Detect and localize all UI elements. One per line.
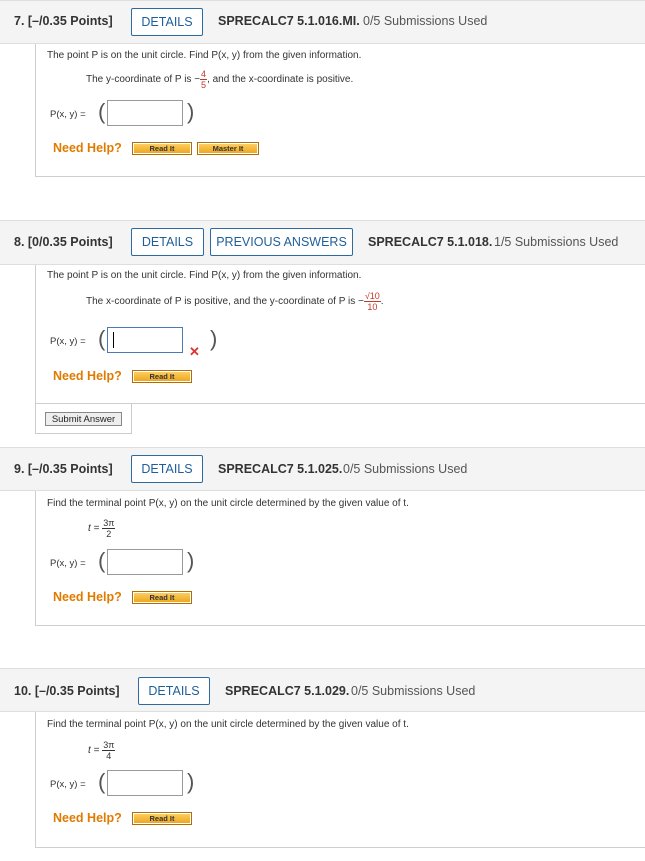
need-help-label: Need Help? (53, 141, 122, 155)
submissions-used: 0/5 Submissions Used (343, 462, 468, 476)
question-intro: The point P is on the unit circle. Find … (47, 50, 362, 61)
read-it-button[interactable]: Read It (132, 591, 192, 604)
question-intro: The point P is on the unit circle. Find … (47, 270, 362, 281)
question-number: 8. [0/0.35 Points] (14, 235, 113, 249)
question-7-header: 7. [–/0.35 Points] DETAILS SPRECALC7 5.1… (0, 0, 645, 44)
submit-area: Submit Answer (35, 404, 132, 434)
read-it-button[interactable]: Read It (132, 142, 192, 155)
need-help-label: Need Help? (53, 811, 122, 825)
close-paren: ) (187, 99, 195, 124)
answer-input[interactable] (107, 327, 183, 353)
answer-input[interactable] (107, 770, 183, 796)
previous-answers-button[interactable]: PREVIOUS ANSWERS (210, 228, 353, 256)
t-value: t = 3π 4 (88, 740, 116, 761)
question-intro: Find the terminal point P(x, y) on the u… (47, 719, 409, 730)
question-intro: Find the terminal point P(x, y) on the u… (47, 498, 409, 509)
answer-label: P(x, y) = (50, 109, 86, 120)
open-paren: ( (98, 326, 106, 351)
close-paren: ) (187, 769, 195, 794)
fraction: 3π 2 (102, 518, 116, 539)
t-value: t = 3π 2 (88, 518, 116, 539)
open-paren: ( (98, 99, 106, 124)
submit-answer-button[interactable]: Submit Answer (45, 412, 122, 426)
master-it-button[interactable]: Master It (197, 142, 259, 155)
open-paren: ( (98, 769, 106, 794)
need-help-label: Need Help? (53, 590, 122, 604)
question-10-header: 10. [–/0.35 Points] DETAILS SPRECALC7 5.… (0, 668, 645, 712)
question-9-body: Find the terminal point P(x, y) on the u… (35, 491, 645, 626)
question-code: SPRECALC7 5.1.025. (218, 462, 343, 476)
need-help-label: Need Help? (53, 369, 122, 383)
question-code: SPRECALC7 5.1.029. (225, 684, 350, 698)
text-caret (113, 332, 114, 348)
details-button[interactable]: DETAILS (131, 455, 203, 483)
question-number: 7. [–/0.35 Points] (14, 14, 113, 28)
details-button[interactable]: DETAILS (131, 8, 203, 36)
question-7-body: The point P is on the unit circle. Find … (35, 44, 645, 177)
answer-label: P(x, y) = (50, 558, 86, 569)
question-number: 10. [–/0.35 Points] (14, 684, 120, 698)
answer-input[interactable] (107, 100, 183, 126)
x-mark-icon: ✕ (189, 344, 200, 359)
close-paren: ) (187, 548, 195, 573)
submissions-used: 0/5 Submissions Used (363, 14, 488, 28)
fraction: √10 10 (363, 291, 381, 312)
question-10-body: Find the terminal point P(x, y) on the u… (35, 712, 645, 848)
submissions-used: 0/5 Submissions Used (351, 684, 476, 698)
answer-label: P(x, y) = (50, 336, 86, 347)
close-paren: ) (210, 326, 218, 351)
submissions-used: 1/5 Submissions Used (494, 235, 619, 249)
details-button[interactable]: DETAILS (131, 228, 204, 256)
details-button[interactable]: DETAILS (138, 677, 210, 705)
answer-label: P(x, y) = (50, 779, 86, 790)
read-it-button[interactable]: Read It (132, 370, 192, 383)
question-number: 9. [–/0.35 Points] (14, 462, 113, 476)
read-it-button[interactable]: Read It (132, 812, 192, 825)
question-9-header: 9. [–/0.35 Points] DETAILS SPRECALC7 5.1… (0, 447, 645, 491)
question-clue: The x-coordinate of P is positive, and t… (86, 291, 384, 312)
question-code: SPRECALC7 5.1.016.MI. (218, 14, 360, 28)
open-paren: ( (98, 548, 106, 573)
fraction: 45 (200, 69, 208, 90)
question-code: SPRECALC7 5.1.018. (368, 235, 493, 249)
answer-input[interactable] (107, 549, 183, 575)
fraction: 3π 4 (102, 740, 116, 761)
question-8-body: The point P is on the unit circle. Find … (35, 265, 645, 404)
question-clue: The y-coordinate of P is −4 5, and the x-… (86, 69, 354, 90)
question-8-header: 8. [0/0.35 Points] DETAILS PREVIOUS ANSW… (0, 220, 645, 265)
